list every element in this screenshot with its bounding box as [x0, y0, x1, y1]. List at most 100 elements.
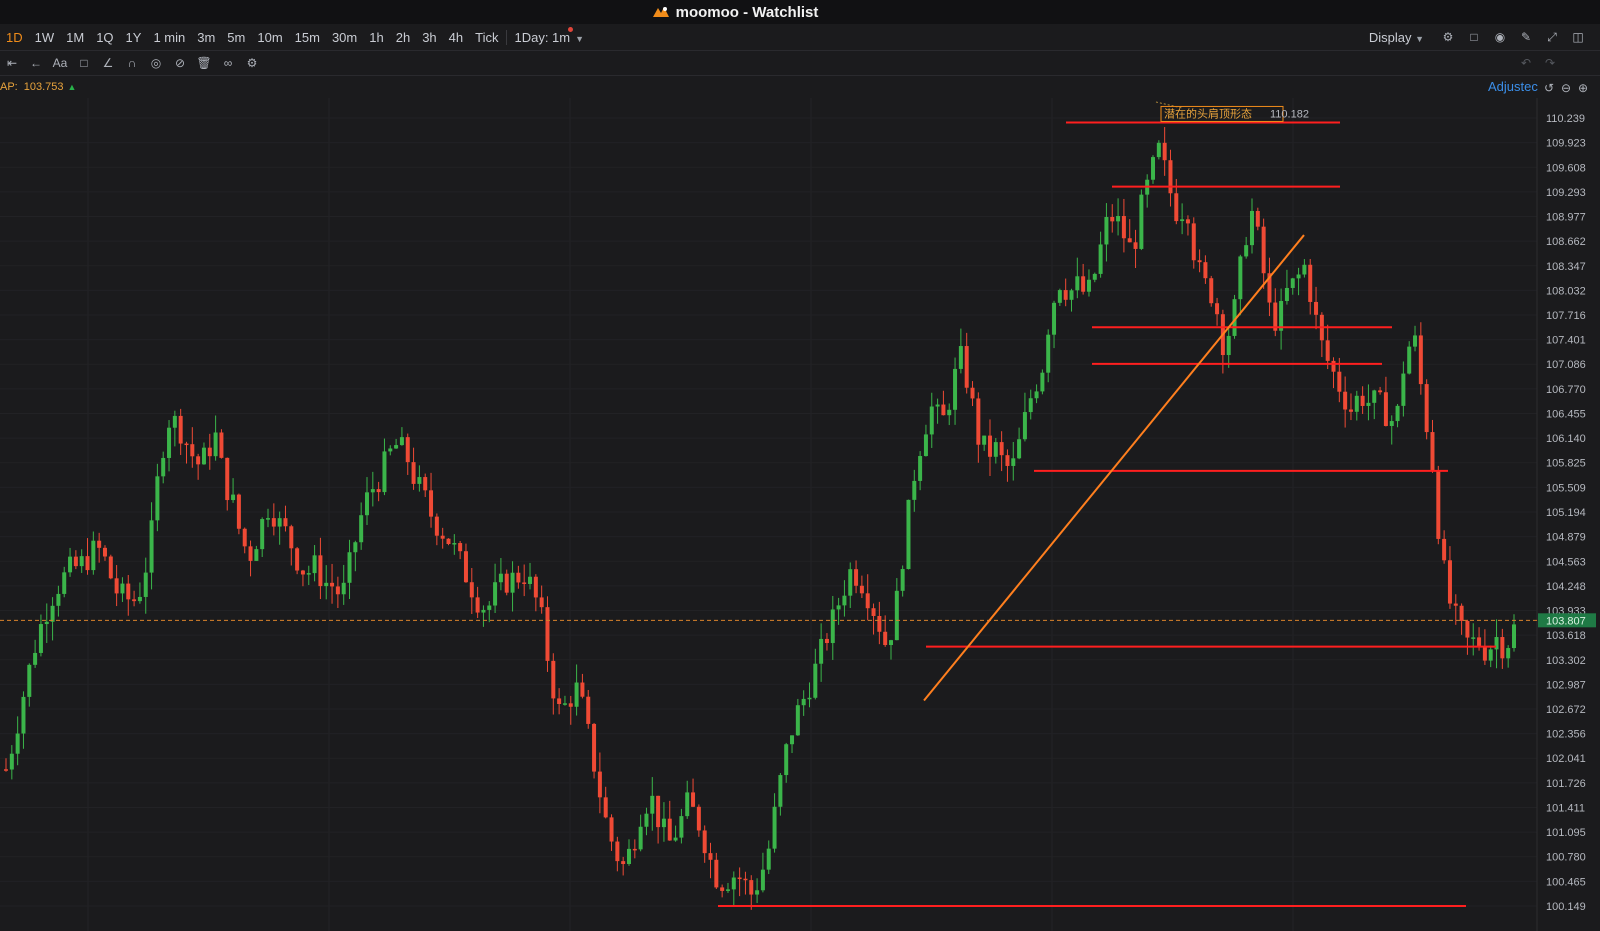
range-icon[interactable]: ⇤ [4, 55, 20, 71]
candle-up [493, 582, 498, 606]
timeframe-toolbar: 1D 1W 1M 1Q 1Y 1 min 3m 5m 10m 15m 30m 1… [0, 24, 1600, 51]
tf-tick[interactable]: Tick [469, 30, 504, 45]
tf-1m-month[interactable]: 1M [60, 30, 90, 45]
layout-box-icon[interactable]: □ [1466, 29, 1482, 45]
text-tool-icon[interactable]: Aa [52, 55, 68, 71]
tf-5m[interactable]: 5m [221, 30, 251, 45]
y-tick-label: 108.032 [1546, 285, 1586, 297]
tf-1q[interactable]: 1Q [90, 30, 119, 45]
candle-down [533, 576, 538, 598]
hide-icon[interactable]: ⊘ [172, 55, 188, 71]
candle-down [522, 582, 527, 584]
price-chart[interactable]: 110.239 109.923 109.608 109.293 108.977 108.6… [0, 98, 1600, 931]
current-price-label: 103.807 [1546, 615, 1586, 627]
window-title: moomoo - Watchlist [675, 3, 819, 21]
candle-down [1162, 142, 1167, 161]
candle-up [900, 569, 905, 591]
settings-gear-icon[interactable]: ⚙ [1440, 29, 1456, 45]
tf-10m[interactable]: 10m [251, 30, 288, 45]
tf-3m[interactable]: 3m [191, 30, 221, 45]
tf-1min[interactable]: 1 min [147, 30, 191, 45]
candle-down [1185, 219, 1190, 224]
candle-up [993, 442, 998, 457]
trendline-tool-icon[interactable]: ∠ [100, 55, 116, 71]
sidebar-toggle-icon[interactable]: ◫ [1570, 29, 1586, 45]
adjust-button[interactable]: Adjustec [1488, 79, 1540, 94]
link-icon[interactable]: ∞ [220, 55, 236, 71]
candle-down [132, 599, 137, 602]
undo-icon[interactable]: ↶ [1518, 55, 1534, 71]
eye-icon[interactable]: ◎ [148, 55, 164, 71]
y-tick-label: 103.302 [1546, 655, 1586, 667]
candle-up [918, 456, 923, 481]
candle-down [300, 570, 305, 575]
camera-icon[interactable]: ◉ [1492, 29, 1508, 45]
tf-30m[interactable]: 30m [326, 30, 363, 45]
candle-up [1092, 273, 1097, 280]
tf-1day-1m-dropdown[interactable]: 1Day: 1m ▼ [506, 26, 590, 45]
y-tick-label: 100.780 [1546, 852, 1586, 864]
zoom-out-icon[interactable]: ⊖ [1559, 80, 1573, 96]
candle-down [126, 583, 131, 600]
comment-icon[interactable]: □ [76, 55, 92, 71]
candle-up [1156, 142, 1161, 158]
candle-down [883, 631, 888, 646]
candle-up [231, 494, 236, 501]
y-tick-label: 107.716 [1546, 310, 1586, 322]
tf-1w[interactable]: 1W [29, 30, 61, 45]
candle-up [755, 890, 760, 895]
tf-4h[interactable]: 4h [443, 30, 469, 45]
candle-up [1249, 210, 1254, 246]
candle-down [196, 456, 201, 465]
redo-icon[interactable]: ↷ [1542, 55, 1558, 71]
candle-up [161, 457, 166, 477]
candle-down [737, 877, 742, 880]
candle-up [1034, 391, 1039, 399]
candle-up [213, 432, 218, 457]
reset-icon[interactable]: ↺ [1542, 80, 1556, 96]
candle-up [44, 621, 49, 625]
tf-2h[interactable]: 2h [390, 30, 416, 45]
y-tick-label: 106.770 [1546, 384, 1586, 396]
candle-up [68, 556, 73, 573]
fullscreen-icon[interactable]: ⤢ [1544, 29, 1560, 45]
candle-down [335, 586, 340, 595]
tf-15m[interactable]: 15m [289, 30, 326, 45]
candle-down [1127, 238, 1132, 243]
zoom-in-icon[interactable]: ⊕ [1576, 80, 1590, 96]
candle-down [207, 447, 212, 457]
candle-down [283, 518, 288, 527]
candle-up [1506, 648, 1511, 659]
candle-down [1383, 392, 1388, 426]
candle-up [1116, 216, 1121, 222]
candle-up [62, 572, 67, 594]
candle-up [574, 682, 579, 707]
tf-1d[interactable]: 1D [0, 30, 29, 45]
drawing-settings-icon[interactable]: ⚙ [244, 55, 260, 71]
tf-1y[interactable]: 1Y [120, 30, 148, 45]
y-tick-label: 110.239 [1546, 113, 1585, 125]
candle-up [906, 499, 911, 570]
candle-down [603, 797, 608, 818]
magnet-icon[interactable]: ∩ [124, 55, 140, 71]
candle-up [958, 346, 963, 369]
trash-icon[interactable]: 🗑 [196, 55, 212, 71]
display-menu-button[interactable]: Display ▼ [1363, 30, 1430, 45]
pen-icon[interactable]: ✎ [1518, 29, 1534, 45]
candle-up [1354, 395, 1359, 412]
candle-up [1046, 334, 1051, 373]
candle-up [91, 540, 96, 571]
back-arrow-icon[interactable]: ← [28, 55, 44, 71]
y-tick-label: 104.248 [1546, 581, 1586, 593]
candle-down [516, 572, 521, 583]
candle-down [1215, 303, 1220, 315]
tf-3h[interactable]: 3h [416, 30, 442, 45]
candle-down [667, 818, 672, 841]
candle-down [609, 817, 614, 842]
candle-down [1500, 637, 1505, 659]
tf-1h[interactable]: 1h [363, 30, 389, 45]
candle-down [108, 556, 113, 579]
candle-up [452, 543, 457, 545]
candle-up [1086, 279, 1091, 292]
candle-up [481, 609, 486, 613]
